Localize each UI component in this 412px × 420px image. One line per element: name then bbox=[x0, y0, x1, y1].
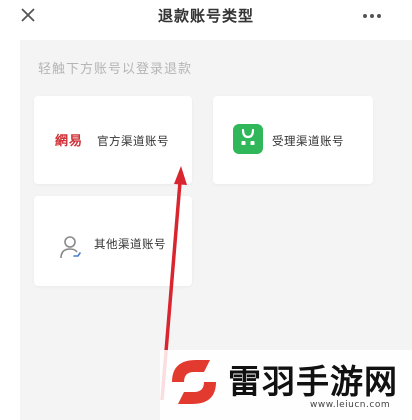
header-bar: 退款账号类型 bbox=[0, 0, 412, 34]
more-dots-icon[interactable] bbox=[356, 4, 388, 28]
leiyu-logo-icon bbox=[172, 360, 216, 404]
page-title: 退款账号类型 bbox=[157, 7, 254, 25]
netease-logo: 網易 bbox=[55, 134, 84, 149]
official-channel-label: 官方渠道账号 bbox=[97, 134, 169, 148]
site-watermark: 雷羽手游网 www.leiucn.com bbox=[160, 350, 412, 420]
user-icon bbox=[60, 236, 81, 259]
accept-channel-label: 受理渠道账号 bbox=[272, 134, 344, 148]
watermark-url: www.leiucn.com bbox=[310, 400, 391, 410]
watermark-brand: 雷羽手游网 bbox=[228, 362, 398, 401]
instruction-hint: 轻触下方账号以登录退款 bbox=[38, 62, 193, 77]
green-bag-icon bbox=[233, 124, 263, 154]
accept-channel-account-card[interactable]: 受理渠道账号 bbox=[213, 96, 373, 184]
